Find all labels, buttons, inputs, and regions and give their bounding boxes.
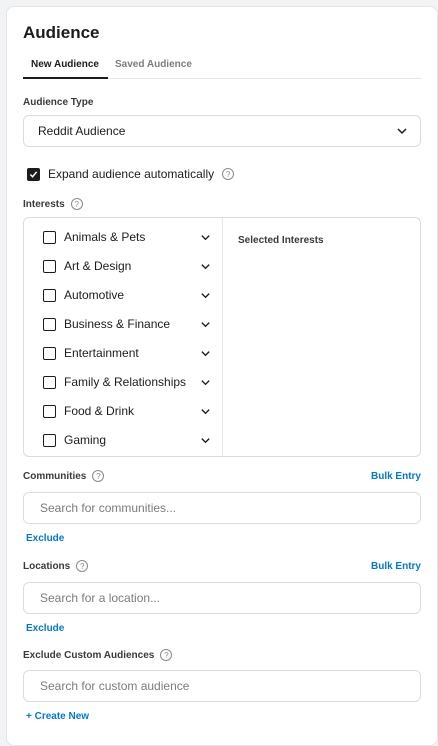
help-icon[interactable]: ? (76, 560, 89, 572)
communities-search-input[interactable] (23, 492, 421, 524)
interest-item[interactable]: Gaming (43, 431, 211, 449)
interest-label: Family & Relationships (64, 375, 187, 389)
interest-item[interactable]: Entertainment (43, 344, 211, 362)
locations-bulk-entry-link[interactable]: Bulk Entry (371, 561, 421, 572)
interest-label: Entertainment (64, 346, 139, 360)
create-new-audience-link[interactable]: + Create New (26, 711, 89, 722)
audience-type-select[interactable]: Reddit Audience (23, 115, 421, 147)
selected-interests-label: Selected Interests (238, 235, 324, 246)
communities-bulk-entry-link[interactable]: Bulk Entry (371, 471, 421, 482)
interest-item[interactable]: Business & Finance (43, 315, 211, 333)
chevron-down-icon[interactable] (200, 406, 211, 417)
expand-audience-checkbox[interactable] (27, 167, 40, 181)
chevron-down-icon[interactable] (200, 348, 211, 359)
interest-label: Food & Drink (64, 404, 135, 418)
audience-type-label-text: Audience Type (23, 97, 94, 108)
communities-exclude-link[interactable]: Exclude (26, 533, 64, 544)
active-tab-indicator (23, 77, 108, 79)
locations-label: Locations ? (23, 560, 89, 572)
help-icon[interactable]: ? (92, 470, 105, 482)
chevron-down-icon[interactable] (200, 319, 211, 330)
interest-item[interactable]: Art & Design (43, 257, 211, 275)
interest-checkbox[interactable] (43, 346, 56, 360)
chevron-down-icon[interactable] (200, 290, 211, 301)
checkmark-icon (29, 170, 38, 178)
interest-checkbox[interactable] (43, 375, 56, 389)
locations-exclude-link[interactable]: Exclude (26, 623, 64, 634)
tab-saved-audience[interactable]: Saved Audience (115, 59, 192, 70)
help-icon[interactable]: ? (160, 649, 173, 661)
panel-title: Audience (23, 23, 100, 42)
locations-search-input[interactable] (23, 582, 421, 614)
chevron-down-icon[interactable] (200, 232, 211, 243)
audience-panel: Audience New Audience Saved Audience Aud… (6, 6, 438, 746)
help-icon[interactable]: ? (222, 168, 235, 180)
interest-checkbox[interactable] (43, 230, 56, 244)
interest-label: Business & Finance (64, 317, 171, 331)
expand-audience-label: Expand audience automatically (48, 167, 215, 181)
interest-item[interactable]: Animals & Pets (43, 228, 211, 246)
audience-type-label: Audience Type (23, 97, 93, 108)
custom-audiences-label-text: Exclude Custom Audiences (23, 649, 155, 661)
interest-label: Art & Design (64, 259, 132, 273)
chevron-down-icon (397, 128, 407, 135)
help-icon[interactable]: ? (70, 198, 83, 210)
interests-label-text: Interests (23, 198, 65, 210)
audience-type-value: Reddit Audience (38, 124, 126, 138)
tab-new-audience[interactable]: New Audience (31, 59, 99, 70)
interest-label: Automotive (64, 288, 125, 302)
communities-label-text: Communities (23, 470, 87, 482)
interest-label: Gaming (64, 433, 107, 447)
interest-checkbox[interactable] (43, 288, 56, 302)
interest-item[interactable]: Food & Drink (43, 402, 211, 420)
interests-divider (222, 218, 223, 456)
interest-checkbox[interactable] (43, 259, 56, 273)
chevron-down-icon[interactable] (200, 377, 211, 388)
communities-label: Communities ? (23, 470, 105, 482)
interest-label: Animals & Pets (64, 230, 146, 244)
chevron-down-icon[interactable] (200, 261, 211, 272)
expand-audience-row: Expand audience automatically ? (27, 167, 235, 181)
interest-item[interactable]: Automotive (43, 286, 211, 304)
interest-checkbox[interactable] (43, 317, 56, 331)
custom-audiences-label: Exclude Custom Audiences ? (23, 649, 173, 661)
custom-audience-search-input[interactable] (23, 670, 421, 702)
interest-checkbox[interactable] (43, 433, 56, 447)
interest-checkbox[interactable] (43, 404, 56, 418)
locations-label-text: Locations (23, 560, 71, 572)
interests-picker: Animals & Pets Art & Design Automotive B… (23, 217, 421, 457)
chevron-down-icon[interactable] (200, 435, 211, 446)
interests-label: Interests ? (23, 198, 83, 210)
interest-item[interactable]: Family & Relationships (43, 373, 211, 391)
audience-tabs: New Audience Saved Audience (23, 57, 421, 79)
